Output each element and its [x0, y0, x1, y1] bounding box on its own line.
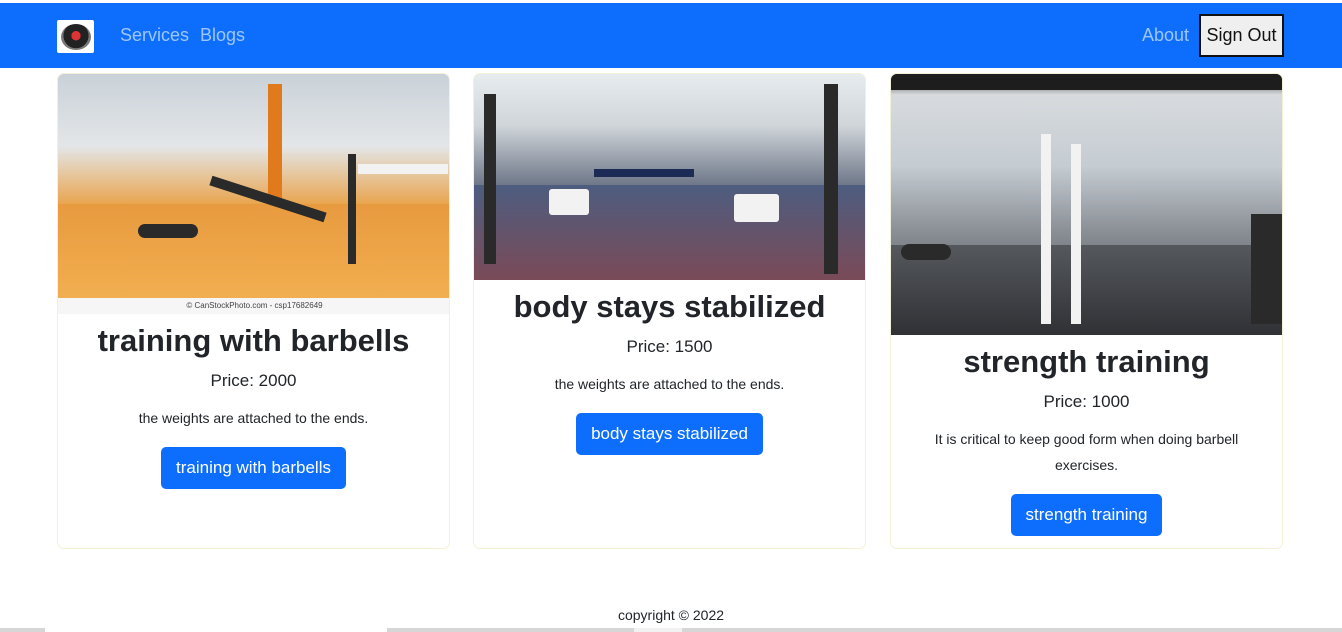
service-image: © CanStockPhoto.com - csp17682649	[58, 74, 449, 314]
photo-rack	[1041, 134, 1051, 324]
nav-link-services[interactable]: Services	[120, 25, 189, 46]
card-description: It is critical to keep good form when do…	[934, 431, 1239, 474]
navbar: Services Blogs About Sign Out	[0, 3, 1342, 68]
card-title: body stays stabilized	[513, 289, 826, 324]
card-title: strength training	[963, 344, 1210, 379]
service-image	[474, 74, 865, 280]
photo-floor	[891, 245, 1282, 335]
scrollbar-segment	[634, 628, 682, 632]
logo-disc	[60, 23, 91, 50]
photo-floor	[474, 185, 865, 280]
photo-rack	[1071, 144, 1081, 324]
card-description: the weights are attached to the ends.	[554, 376, 785, 393]
card-price: Price: 2000	[210, 371, 297, 391]
service-card: © CanStockPhoto.com - csp17682649 traini…	[57, 73, 450, 549]
service-card: body stays stabilized Price: 1500 the we…	[473, 73, 866, 549]
card-price: Price: 1500	[626, 337, 713, 357]
service-card: strength training Price: 1000 It is crit…	[890, 73, 1283, 549]
photo-rack	[484, 94, 496, 264]
photo-weight	[138, 224, 198, 238]
photo-ceiling	[891, 74, 1282, 90]
card-button[interactable]: strength training	[1010, 494, 1163, 537]
gym-logo-icon[interactable]	[57, 20, 94, 53]
photo-weights	[1251, 214, 1282, 324]
card-button[interactable]: training with barbells	[161, 447, 346, 490]
nav-link-about[interactable]: About	[1142, 25, 1189, 46]
image-caption: © CanStockPhoto.com - csp17682649	[58, 298, 449, 314]
service-image	[891, 74, 1282, 335]
sign-out-button[interactable]: Sign Out	[1199, 14, 1284, 57]
card-button[interactable]: body stays stabilized	[576, 413, 763, 456]
footer-copyright: copyright © 2022	[617, 607, 725, 623]
scrollbar-thumb[interactable]	[45, 628, 387, 632]
photo-dumbbells	[901, 244, 951, 260]
photo-bench	[549, 189, 589, 215]
card-price: Price: 1000	[1043, 392, 1130, 412]
photo-rack	[824, 84, 838, 274]
photo-person	[594, 169, 694, 177]
photo-bench	[734, 194, 779, 222]
card-description: the weights are attached to the ends.	[138, 410, 369, 427]
photo-bar	[358, 164, 448, 174]
nav-link-blogs[interactable]: Blogs	[200, 25, 245, 46]
card-title: training with barbells	[97, 323, 410, 358]
photo-rack	[348, 154, 356, 264]
photo-pillar	[268, 84, 282, 204]
